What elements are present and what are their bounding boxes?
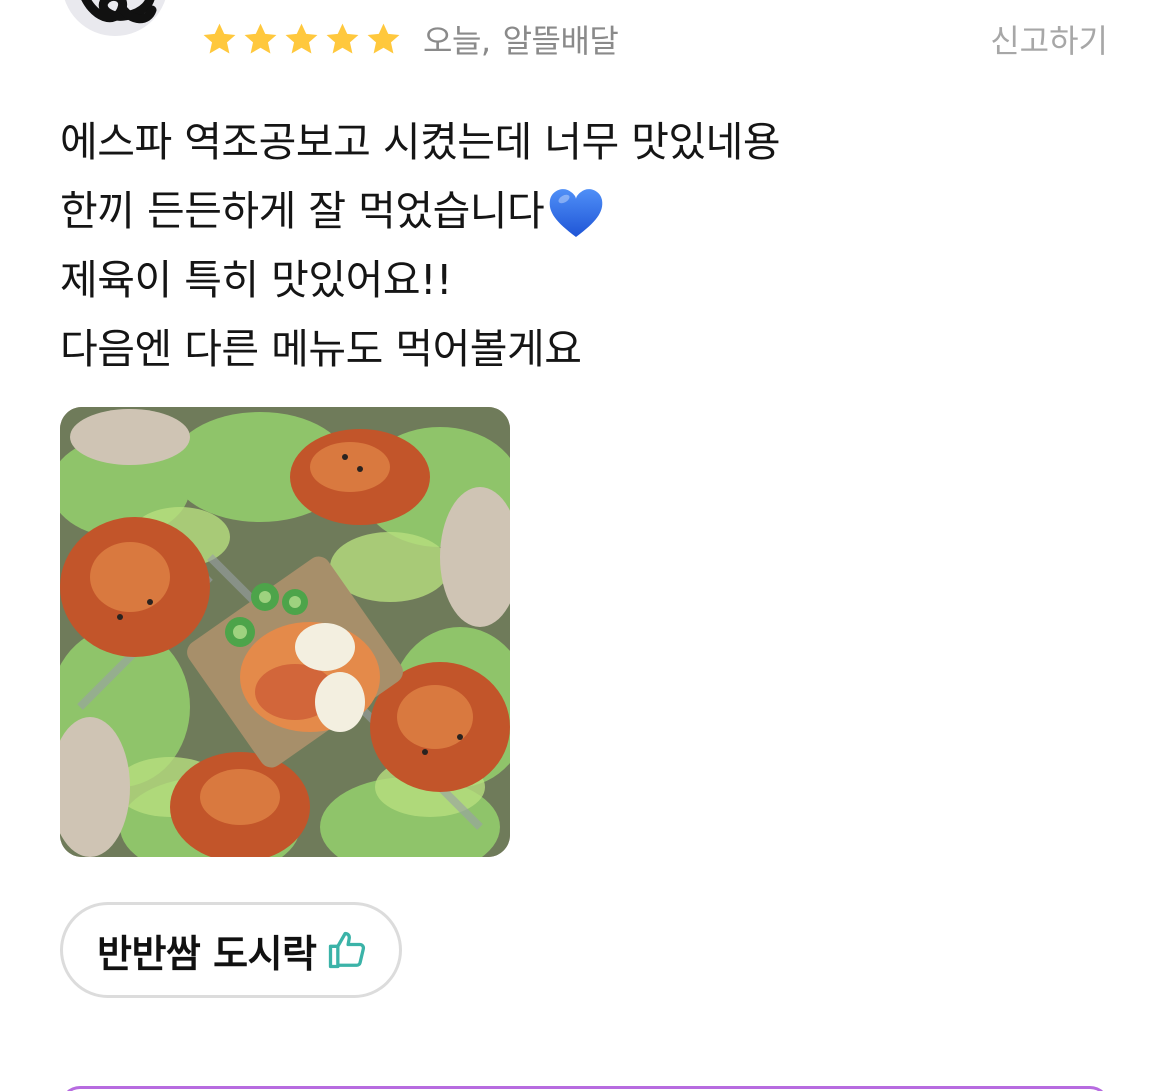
blue-heart-icon — [549, 188, 603, 237]
report-button[interactable]: 신고하기 — [990, 16, 1108, 62]
avatar-image — [81, 0, 157, 24]
review-line: 다음엔 다른 메뉴도 먹어볼게요 — [60, 325, 582, 373]
review-line: 에스파 역조공보고 시켰는데 너무 맛있네용 — [60, 118, 781, 166]
star-icon — [203, 23, 236, 53]
review-body: 에스파 역조공보고 시켰는데 너무 맛있네용 한끼 든든하게 잘 먹었습니다 제… — [60, 108, 1060, 384]
star-icon — [367, 23, 400, 53]
avatar[interactable] — [62, 0, 168, 36]
delivery-type: 알뜰배달 — [502, 22, 619, 60]
thumbs-up-icon — [328, 931, 365, 969]
star-icon — [244, 23, 277, 53]
menu-name: 반반쌈 도시락 — [97, 931, 317, 976]
review-card: 오늘, 알뜰배달 신고하기 에스파 역조공보고 시켰는데 너무 맛있네용 한끼 … — [0, 0, 1170, 1091]
star-icon — [326, 23, 359, 53]
review-photo[interactable] — [60, 407, 510, 857]
review-date: 오늘, — [423, 22, 491, 60]
menu-chip[interactable]: 반반쌈 도시락 — [60, 902, 402, 998]
food-photo — [60, 407, 510, 857]
review-line: 제육이 특히 맛있어요!! — [60, 256, 452, 304]
star-icon — [285, 23, 318, 53]
review-line: 한끼 든든하게 잘 먹었습니다 — [60, 187, 545, 235]
next-card-edge — [60, 1086, 1110, 1091]
rating-row: 오늘, 알뜰배달 — [200, 16, 619, 62]
star-rating — [200, 20, 403, 59]
